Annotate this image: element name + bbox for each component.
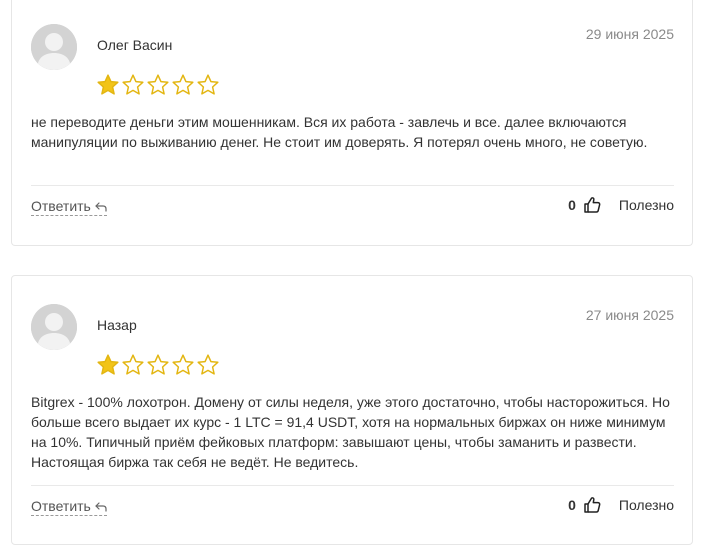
star-empty-icon <box>197 354 219 375</box>
star-empty-icon <box>147 74 169 95</box>
helpful-count: 0 <box>568 497 576 513</box>
review-text: Bitgrex - 100% лохотрон. Домену от силы … <box>31 394 670 470</box>
review-date: 29 июня 2025 <box>585 26 674 42</box>
user-silhouette-icon <box>31 24 77 70</box>
reply-arrow-icon <box>95 202 107 212</box>
star-filled-icon <box>97 74 119 95</box>
helpful-group: 0 Полезно <box>568 496 674 514</box>
divider <box>31 485 674 486</box>
star-empty-icon <box>172 74 194 95</box>
review-author: Олег Васин <box>97 37 173 53</box>
star-rating <box>96 73 220 97</box>
reply-label: Ответить <box>31 498 91 514</box>
thumbs-up-icon[interactable] <box>583 196 601 214</box>
helpful-group: 0 Полезно <box>568 196 674 214</box>
reply-arrow-icon <box>95 502 107 512</box>
thumbs-up-icon[interactable] <box>583 496 601 514</box>
reply-button[interactable]: Ответить <box>31 198 107 216</box>
review-card: Олег Васин 29 июня 2025 не переводите де… <box>11 0 693 246</box>
review-card: Назар 27 июня 2025 Bitgrex - 100% лохотр… <box>11 275 693 545</box>
review-author: Назар <box>97 317 137 333</box>
helpful-button[interactable]: Полезно <box>619 497 674 513</box>
star-empty-icon <box>197 74 219 95</box>
avatar <box>31 304 77 350</box>
star-empty-icon <box>147 354 169 375</box>
user-silhouette-icon <box>31 304 77 350</box>
reply-label: Ответить <box>31 198 91 214</box>
review-text: не переводите деньги этим мошенникам. Вс… <box>31 114 648 150</box>
helpful-button[interactable]: Полезно <box>619 197 674 213</box>
divider <box>31 185 674 186</box>
star-rating <box>96 353 220 377</box>
star-empty-icon <box>122 354 144 375</box>
star-empty-icon <box>172 354 194 375</box>
star-filled-icon <box>97 354 119 375</box>
helpful-count: 0 <box>568 197 576 213</box>
star-empty-icon <box>122 74 144 95</box>
avatar <box>31 24 77 70</box>
review-date: 27 июня 2025 <box>585 307 674 323</box>
reply-button[interactable]: Ответить <box>31 498 107 516</box>
